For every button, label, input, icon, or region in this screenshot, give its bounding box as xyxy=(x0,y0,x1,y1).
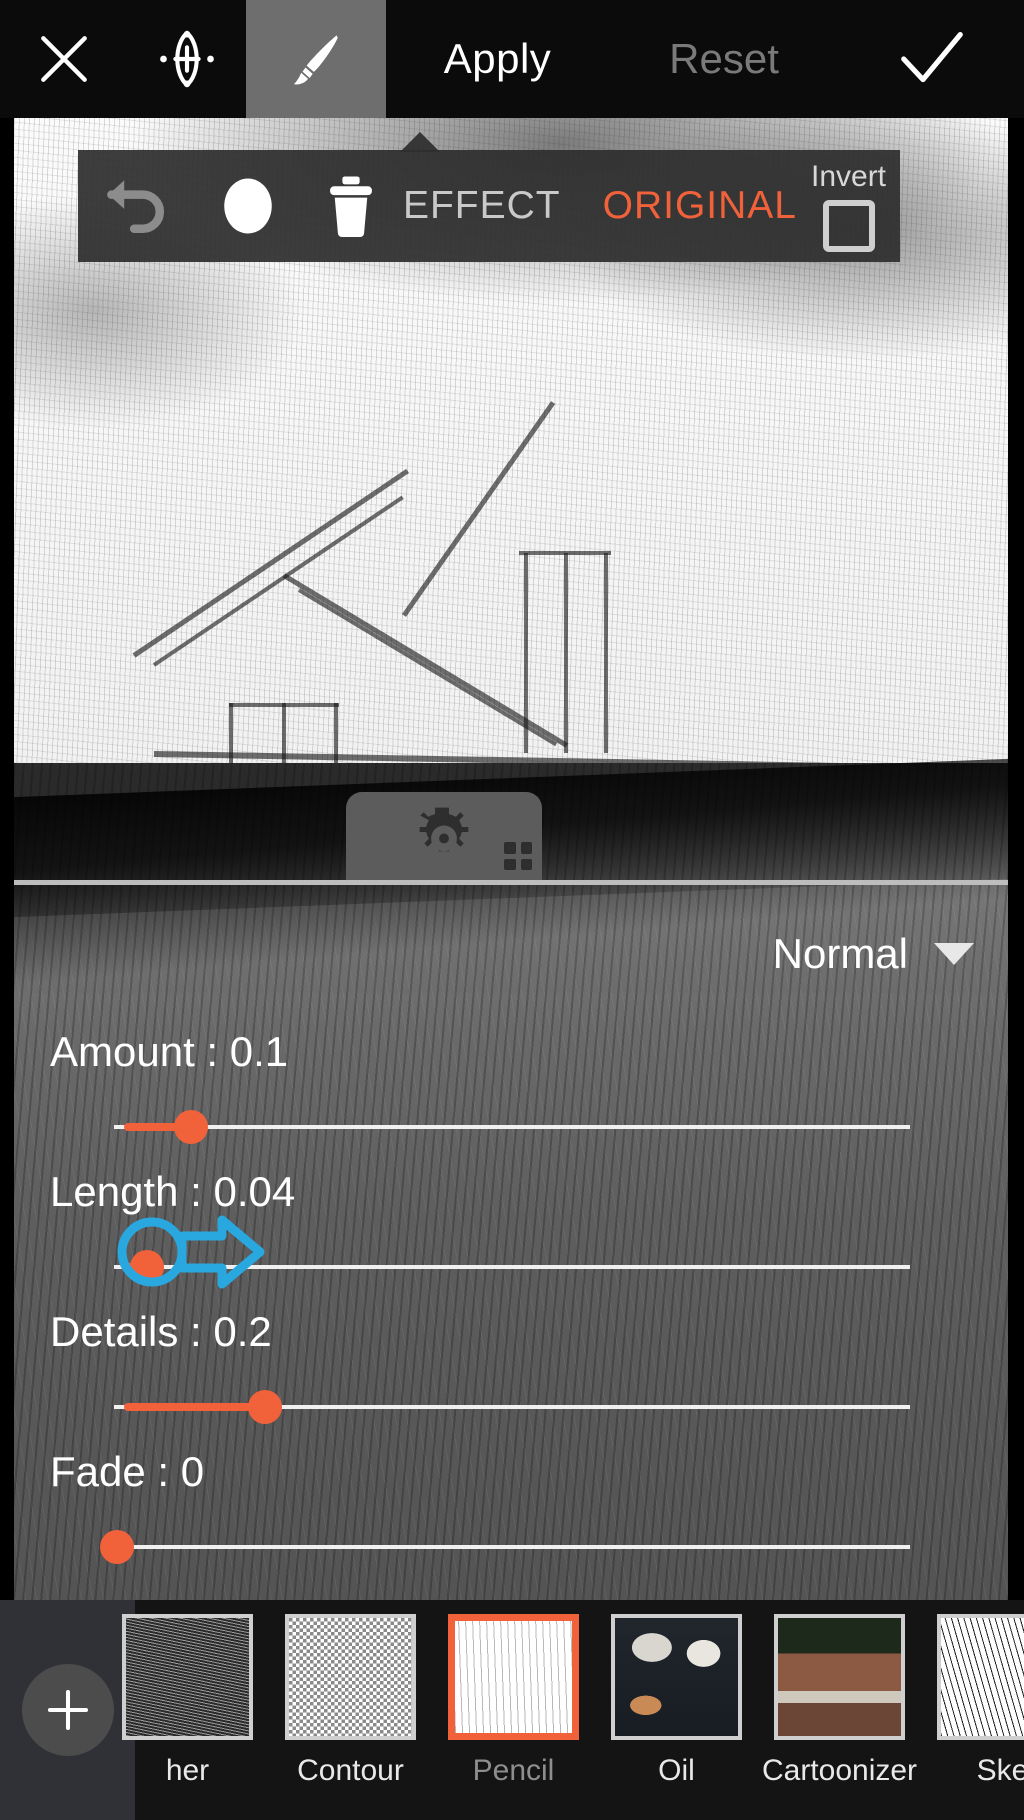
filled-circle-icon xyxy=(224,178,273,234)
slider-length-knob[interactable] xyxy=(130,1250,164,1284)
slider-amount: Amount : 0.1 xyxy=(50,1028,970,1144)
effect-settings-panel[interactable] xyxy=(346,792,542,880)
slider-fade-label: Fade : 0 xyxy=(50,1448,205,1495)
photo-editor-screen: Apply Reset EFFECT ORIGINAL Invert Norma… xyxy=(0,0,1024,1820)
house-sketch-lines xyxy=(132,401,874,770)
effect-thumb-label: Contour xyxy=(297,1754,404,1787)
slider-fade: Fade : 0 xyxy=(50,1448,970,1564)
slider-amount-knob[interactable] xyxy=(174,1110,208,1144)
effect-thumb-cartoonizer[interactable]: Cartoonizer xyxy=(762,1600,917,1788)
undo-arrow-icon xyxy=(107,180,165,234)
top-toolbar: Apply Reset xyxy=(0,0,1024,118)
effect-thumb-label: Oil xyxy=(658,1754,695,1787)
slider-track[interactable] xyxy=(114,1265,910,1269)
slider-details-knob[interactable] xyxy=(248,1390,282,1424)
panel-divider xyxy=(14,880,1008,885)
slider-fade-track-row[interactable] xyxy=(50,1530,970,1564)
effect-thumb-label: her xyxy=(165,1754,210,1787)
effect-thumb-pencil[interactable]: Pencil xyxy=(441,1600,586,1788)
thumb-preview xyxy=(611,1614,742,1740)
invert-checkbox[interactable] xyxy=(822,200,875,252)
effect-mode-button[interactable]: EFFECT xyxy=(403,184,561,228)
reset-button[interactable]: Reset xyxy=(609,0,839,118)
checkmark-icon xyxy=(900,31,963,83)
chevron-down-icon xyxy=(934,943,974,965)
original-mode-button[interactable]: ORIGINAL xyxy=(603,184,797,228)
transform-button[interactable] xyxy=(128,0,246,118)
paintbrush-icon xyxy=(294,35,338,85)
close-x-icon xyxy=(41,36,87,82)
slider-amount-label: Amount : 0.1 xyxy=(50,1028,289,1075)
move-target-icon xyxy=(160,30,214,88)
gear-icon[interactable] xyxy=(407,799,481,873)
effect-thumb-oil[interactable]: Oil xyxy=(604,1600,749,1788)
effect-controls: Normal Amount : 0.1 Length : 0.04 Detail… xyxy=(14,888,1008,1600)
slider-length-label: Length : 0.04 xyxy=(50,1168,296,1215)
effect-thumb-feather[interactable]: her xyxy=(115,1600,260,1788)
brush-tool-button[interactable] xyxy=(246,0,386,118)
effect-thumb-label: Pencil xyxy=(472,1754,555,1787)
effect-brush-toolbar: EFFECT ORIGINAL Invert xyxy=(78,132,900,262)
slider-track[interactable] xyxy=(114,1545,910,1549)
thumb-preview xyxy=(285,1614,416,1740)
thumbnail-list[interactable]: her Contour Pencil Oil Cartoonizer Ske xyxy=(122,1600,1024,1820)
brush-size-button[interactable] xyxy=(197,176,300,236)
effect-thumb-contour[interactable]: Contour xyxy=(278,1600,423,1788)
clear-mask-button[interactable] xyxy=(300,174,403,238)
thumb-preview xyxy=(774,1614,905,1740)
add-effect-button[interactable] xyxy=(21,1664,114,1756)
slider-length: Length : 0.04 xyxy=(50,1168,970,1284)
slider-details-track-row[interactable] xyxy=(50,1390,970,1424)
toolbar-pointer-arrow xyxy=(400,132,440,152)
effects-filmstrip[interactable]: her Contour Pencil Oil Cartoonizer Ske xyxy=(0,1600,1024,1820)
slider-length-track-row[interactable] xyxy=(50,1250,970,1284)
thumb-preview xyxy=(937,1614,1024,1740)
plus-icon xyxy=(47,1689,88,1731)
edited-photo[interactable]: EFFECT ORIGINAL Invert Normal Amount: 0… xyxy=(14,118,1008,1600)
slider-fade-knob[interactable] xyxy=(100,1530,134,1564)
grip-dots-icon[interactable] xyxy=(504,842,532,870)
apply-button[interactable]: Apply xyxy=(386,0,609,118)
trash-can-icon xyxy=(330,176,373,238)
slider-track[interactable] xyxy=(114,1125,910,1129)
confirm-button[interactable] xyxy=(839,0,1024,118)
blend-mode-value: Normal xyxy=(772,930,908,977)
thumb-preview xyxy=(448,1614,579,1740)
invert-toggle[interactable]: Invert xyxy=(797,160,900,252)
blend-mode-dropdown[interactable]: Normal xyxy=(773,930,974,978)
slider-amount-track-row[interactable] xyxy=(50,1110,970,1144)
effect-thumb-label: Ske xyxy=(976,1754,1024,1787)
thumb-preview xyxy=(122,1614,253,1740)
effect-thumb-sketcher[interactable]: Ske xyxy=(930,1600,1024,1788)
image-canvas-area[interactable]: EFFECT ORIGINAL Invert Normal Amount: 0… xyxy=(0,118,1024,1600)
slider-details: Details : 0.2 xyxy=(50,1308,970,1424)
undo-button[interactable] xyxy=(78,174,197,238)
effect-thumb-label: Cartoonizer xyxy=(761,1754,918,1787)
close-button[interactable] xyxy=(0,0,128,118)
invert-label: Invert xyxy=(810,160,887,193)
slider-details-label: Details : 0.2 xyxy=(50,1308,272,1355)
